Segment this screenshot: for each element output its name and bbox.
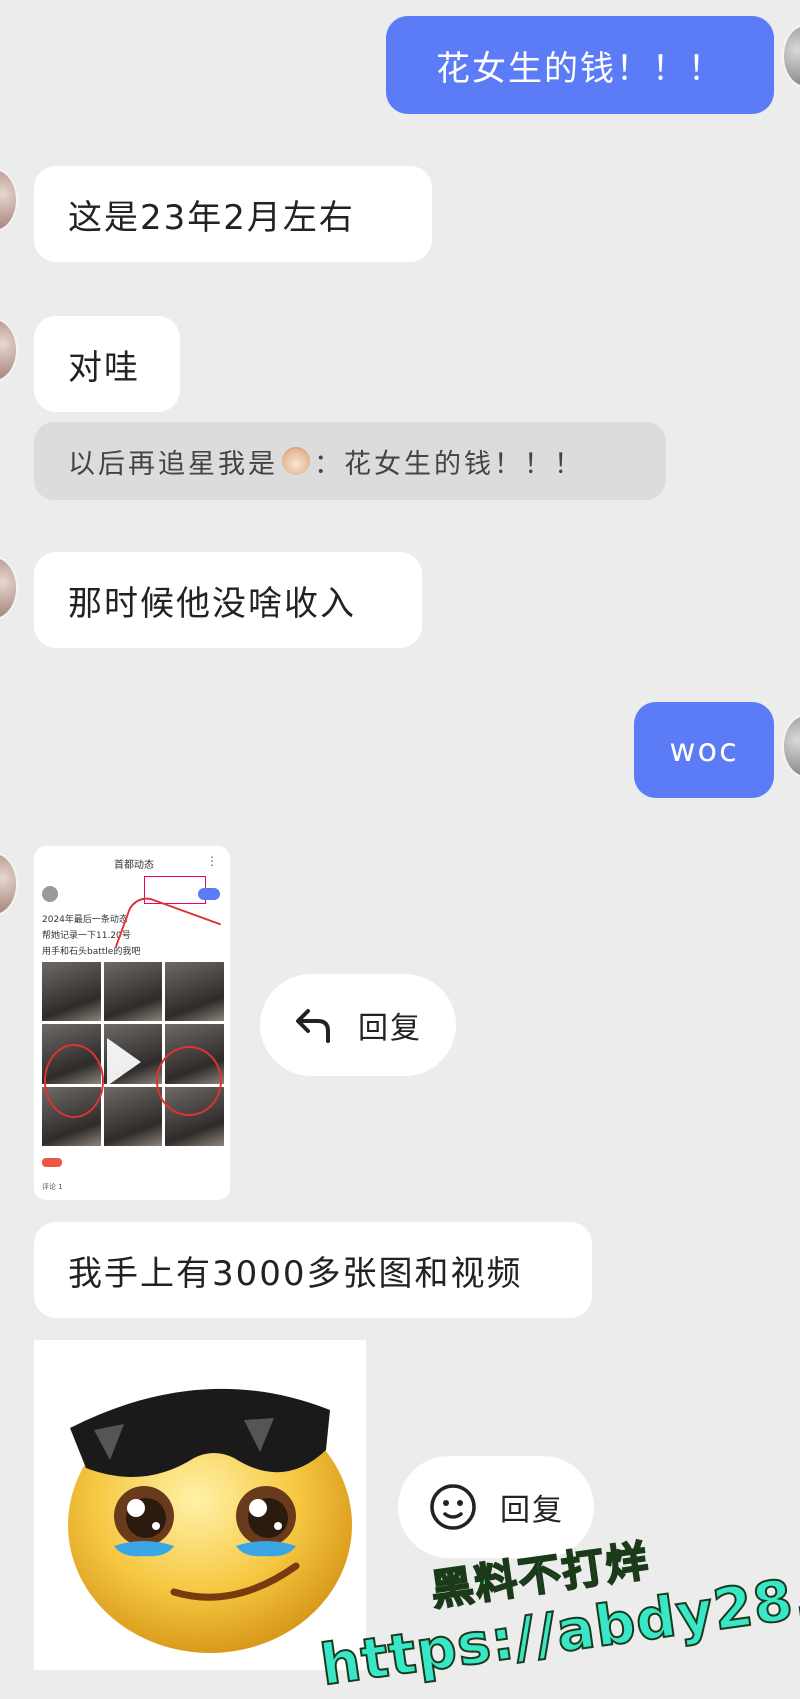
comment-count: 评论 1 <box>42 1183 63 1191</box>
reply-button[interactable]: 回复 <box>260 974 456 1076</box>
message-text: 对哇 <box>68 347 140 388</box>
more-icon[interactable]: ⋮ <box>206 854 218 868</box>
smiley-icon <box>430 1484 476 1530</box>
sunglasses-crying-emoji-icon <box>68 1388 352 1653</box>
dog-emoji-icon <box>282 447 310 475</box>
received-message-bubble[interactable]: 我手上有3000多张图和视频 <box>34 1222 592 1318</box>
annotation-circle <box>156 1046 222 1116</box>
follow-button <box>198 888 220 900</box>
post-line: 2024年最后一条动态 <box>42 915 128 925</box>
sticker-image[interactable] <box>34 1340 366 1670</box>
sent-message-bubble[interactable]: 花女生的钱！！！ <box>386 16 774 114</box>
received-message-bubble[interactable]: 这是23年2月左右 <box>34 166 432 262</box>
tag-badge <box>42 1158 62 1167</box>
reply-label: 回复 <box>358 1011 422 1046</box>
reply-label: 回复 <box>500 1493 564 1528</box>
play-icon[interactable] <box>107 1038 141 1086</box>
sent-message-bubble[interactable]: woc <box>634 702 774 798</box>
received-message-bubble[interactable]: 对哇 <box>34 316 180 412</box>
message-text: 这是23年2月左右 <box>68 197 355 238</box>
reply-arrow-icon <box>296 1009 330 1043</box>
received-message-bubble[interactable]: 那时候他没啥收入 <box>34 552 422 648</box>
card-title: 首都动态 <box>114 860 154 871</box>
message-text: 花女生的钱！！！ <box>436 48 724 89</box>
message-text: 我手上有3000多张图和视频 <box>68 1253 523 1294</box>
message-text: 那时候他没啥收入 <box>68 583 356 624</box>
my-avatar[interactable] <box>782 714 800 778</box>
contact-avatar[interactable] <box>0 556 18 620</box>
contact-avatar[interactable] <box>0 168 18 232</box>
quote-prefix: 以后再追星我是 <box>68 448 278 480</box>
avatar <box>42 886 58 902</box>
my-avatar[interactable] <box>782 24 800 88</box>
shared-video-card[interactable]: 首都动态 ⋮ 2024年最后一条动态 帮她记录一下11.20号 用手和石头bat… <box>34 846 230 1200</box>
contact-avatar[interactable] <box>0 852 18 916</box>
quoted-message[interactable]: 以后再追星我是 ：花女生的钱！！！ <box>34 422 666 500</box>
message-text: woc <box>669 731 739 769</box>
annotation-circle <box>44 1044 104 1118</box>
contact-avatar[interactable] <box>0 318 18 382</box>
quote-text: ：花女生的钱！！！ <box>314 448 584 480</box>
